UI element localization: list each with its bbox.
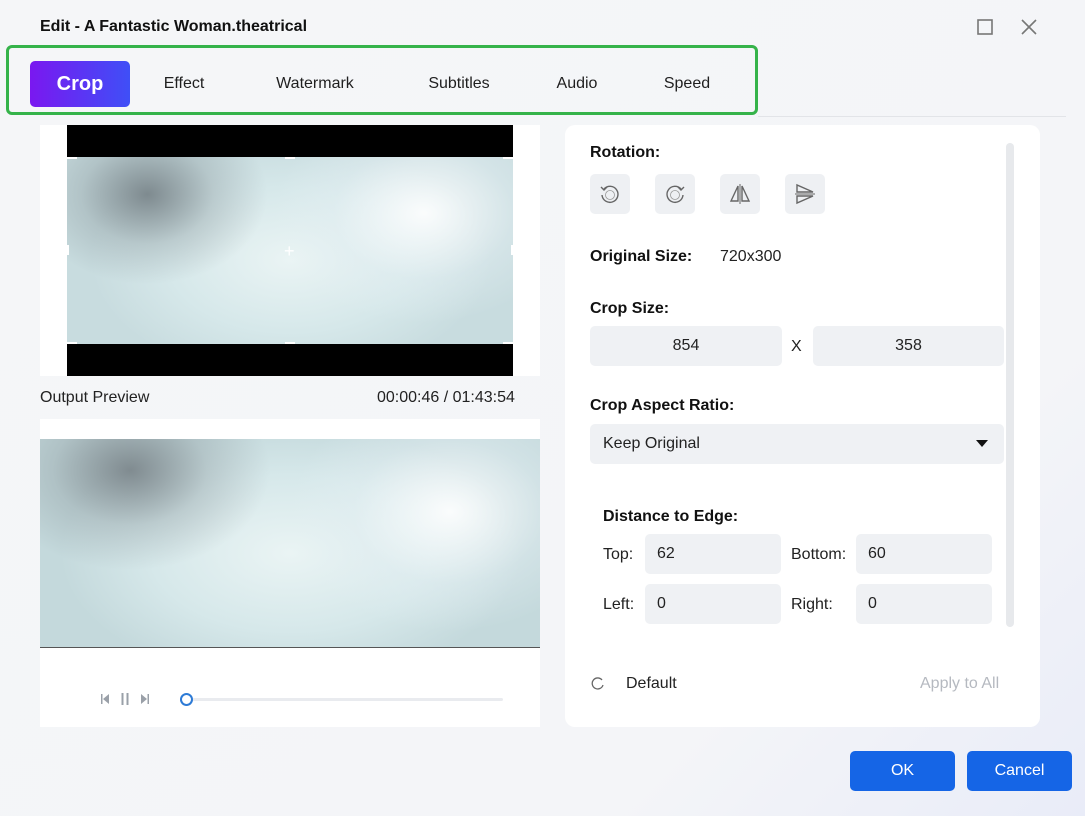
- aspect-ratio-select[interactable]: Keep Original: [590, 424, 1004, 464]
- aspect-ratio-value: Keep Original: [603, 435, 700, 452]
- tab-subtitles[interactable]: Subtitles: [418, 61, 500, 107]
- crop-area[interactable]: +: [67, 157, 513, 344]
- output-preview: [40, 419, 540, 727]
- crop-handle-top[interactable]: [285, 157, 295, 159]
- playback-slider-knob[interactable]: [180, 693, 194, 706]
- crop-aspect-ratio-label: Crop Aspect Ratio:: [590, 397, 735, 414]
- top-label: Top:: [603, 546, 634, 563]
- original-size-value: 720x300: [720, 248, 782, 265]
- crosshair-icon: +: [284, 241, 295, 261]
- crop-handle-top-left[interactable]: [67, 157, 77, 159]
- chevron-down-icon: [976, 440, 988, 447]
- bottom-distance-input[interactable]: [856, 534, 992, 574]
- close-button[interactable]: [1018, 16, 1040, 38]
- rotation-label: Rotation:: [590, 144, 661, 161]
- crop-size-label: Crop Size:: [590, 300, 670, 317]
- left-label: Left:: [603, 596, 635, 613]
- crop-preview: +: [40, 125, 540, 376]
- crop-size-separator: X: [791, 338, 802, 355]
- rotate-left-90-icon: [600, 185, 619, 204]
- right-label: Right:: [791, 596, 833, 613]
- rotate-right-90-icon: [666, 185, 685, 204]
- crop-handle-bottom[interactable]: [285, 342, 295, 344]
- crop-width-input[interactable]: [590, 326, 782, 366]
- time-display: 00:00:46 / 01:43:54: [377, 389, 515, 406]
- tab-crop[interactable]: Crop: [30, 61, 130, 107]
- left-distance-input[interactable]: [645, 584, 781, 624]
- apply-to-all-button[interactable]: Apply to All: [920, 675, 999, 693]
- video-frame: +: [67, 125, 513, 376]
- default-button[interactable]: Default: [626, 675, 677, 693]
- tab-effect[interactable]: Effect: [149, 61, 219, 107]
- ok-button[interactable]: OK: [850, 751, 955, 791]
- rotate-left-button[interactable]: [590, 174, 630, 214]
- panel-scrollbar[interactable]: [1006, 143, 1014, 627]
- window-title: Edit - A Fantastic Woman.theatrical: [40, 18, 308, 35]
- distance-to-edge-label: Distance to Edge:: [603, 508, 739, 525]
- previous-frame-icon[interactable]: [100, 692, 110, 706]
- cancel-button[interactable]: Cancel: [967, 751, 1072, 791]
- tab-audio[interactable]: Audio: [547, 61, 607, 107]
- output-video: [40, 439, 540, 648]
- header-divider: [758, 116, 1066, 117]
- crop-handle-left[interactable]: [67, 245, 69, 255]
- maximize-icon: [977, 19, 993, 35]
- top-distance-input[interactable]: [645, 534, 781, 574]
- crop-handle-bottom-left[interactable]: [67, 342, 77, 344]
- flip-vertical-button[interactable]: [785, 174, 825, 214]
- close-icon: [1021, 19, 1037, 35]
- flip-vertical-icon: [795, 183, 815, 205]
- crop-height-input[interactable]: [813, 326, 1004, 366]
- flip-horizontal-icon: [729, 184, 751, 204]
- crop-handle-bottom-right[interactable]: [503, 342, 513, 344]
- flip-horizontal-button[interactable]: [720, 174, 760, 214]
- next-frame-icon[interactable]: [140, 692, 150, 706]
- crop-handle-right[interactable]: [511, 245, 513, 255]
- pause-icon[interactable]: [120, 692, 130, 706]
- right-distance-input[interactable]: [856, 584, 992, 624]
- rotate-right-button[interactable]: [655, 174, 695, 214]
- maximize-button[interactable]: [974, 16, 996, 38]
- output-preview-label: Output Preview: [40, 389, 150, 406]
- playback-slider[interactable]: [180, 693, 503, 706]
- reset-icon[interactable]: [591, 676, 605, 690]
- tab-watermark[interactable]: Watermark: [265, 61, 365, 107]
- original-size-label: Original Size:: [590, 248, 693, 265]
- crop-settings-panel: Rotation: Original Size: 720x300 Crop Si…: [565, 125, 1040, 727]
- bottom-label: Bottom:: [791, 546, 847, 563]
- tab-speed[interactable]: Speed: [655, 61, 719, 107]
- crop-handle-top-right[interactable]: [503, 157, 513, 159]
